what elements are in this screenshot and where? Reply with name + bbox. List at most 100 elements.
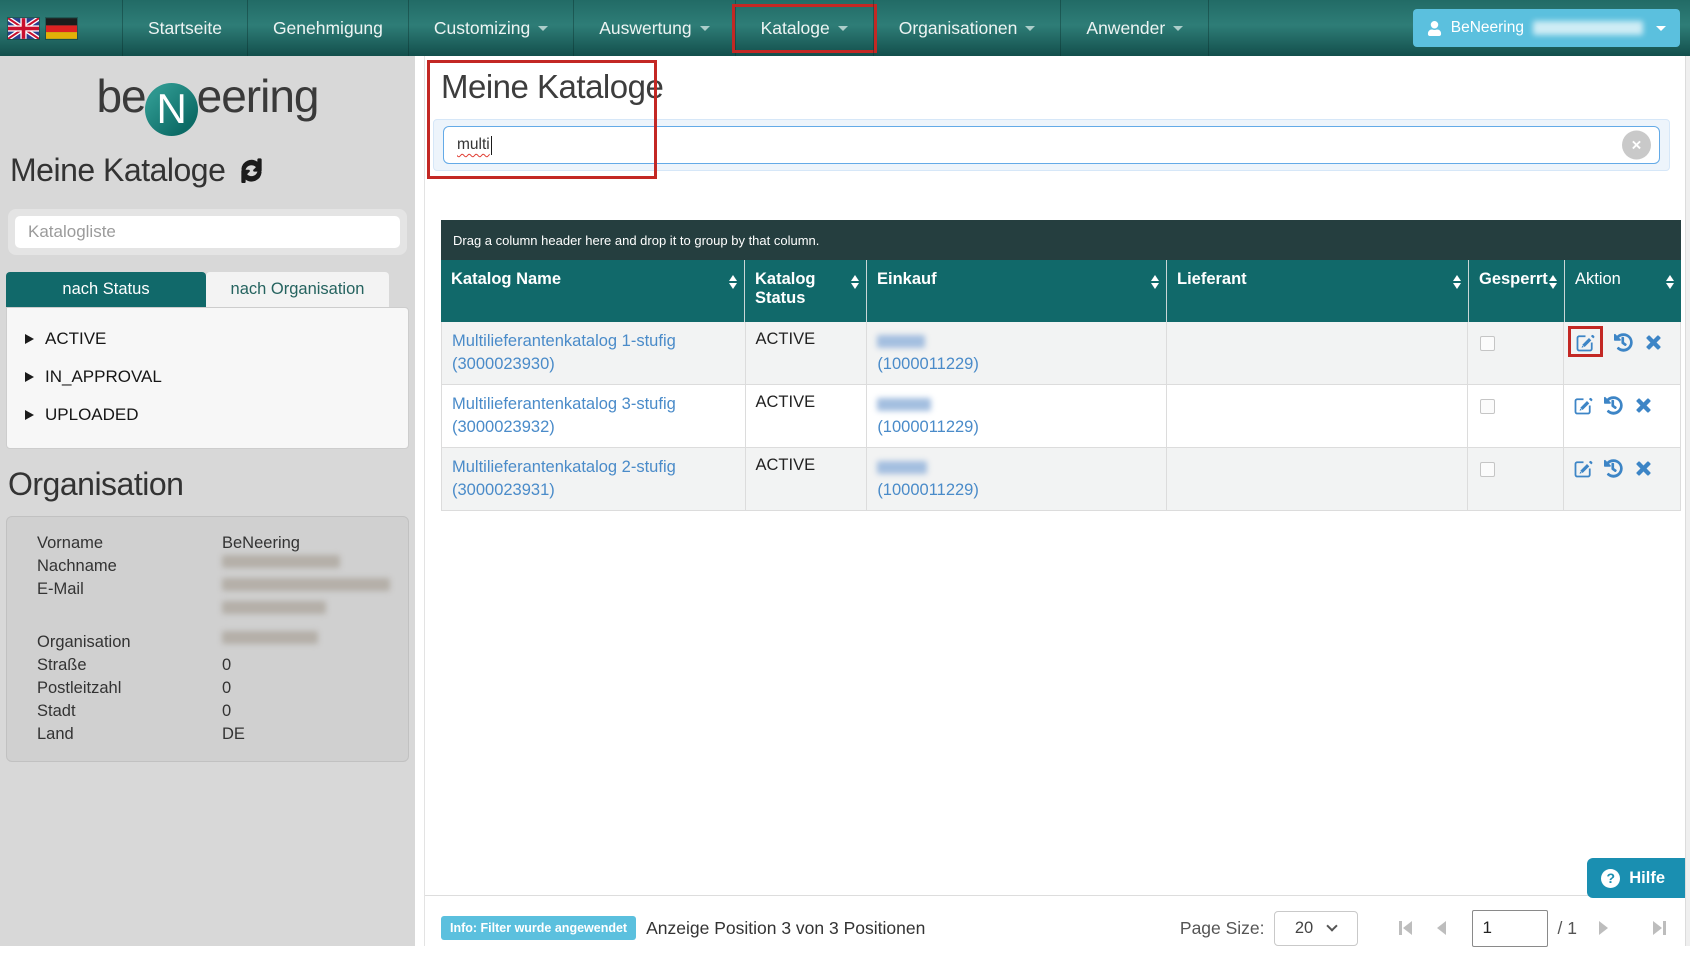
search-input-value: multi bbox=[457, 136, 490, 154]
nav-item-customizing[interactable]: Customizing bbox=[408, 0, 573, 56]
sort-icon[interactable] bbox=[1549, 275, 1557, 289]
redacted-user-name bbox=[1533, 21, 1643, 35]
sort-icon[interactable] bbox=[1453, 275, 1461, 289]
page-size-value: 20 bbox=[1295, 919, 1313, 938]
last-page-button[interactable] bbox=[1641, 913, 1677, 943]
cell-aktion bbox=[1563, 322, 1680, 384]
redacted-einkauf-name bbox=[877, 461, 927, 474]
user-menu-button[interactable]: BeNeering bbox=[1413, 9, 1680, 47]
filter-info-badge: Info: Filter wurde angewendet bbox=[441, 916, 636, 940]
delete-icon[interactable] bbox=[1634, 459, 1653, 478]
scrollbar-track[interactable] bbox=[1685, 56, 1690, 946]
spacer bbox=[37, 614, 398, 631]
catalog-filter-input[interactable] bbox=[15, 216, 400, 248]
status-item-in-approval[interactable]: IN_APPROVAL bbox=[7, 358, 408, 396]
status-item-uploaded[interactable]: UPLOADED bbox=[7, 396, 408, 434]
nav-item-organisationen[interactable]: Organisationen bbox=[873, 0, 1061, 56]
organisation-panel: VornameBeNeering Nachname E-Mail Organis… bbox=[6, 516, 409, 762]
catalog-name-link[interactable]: Multilieferantenkatalog 3-stufig bbox=[452, 393, 737, 416]
cell-lieferant bbox=[1166, 322, 1468, 384]
user-name: BeNeering bbox=[1451, 19, 1524, 37]
catalog-id-link[interactable]: (3000023931) bbox=[452, 479, 737, 502]
group-by-drop-zone[interactable]: Drag a column header here and drop it to… bbox=[441, 220, 1681, 260]
tab-nach-status[interactable]: nach Status bbox=[6, 272, 206, 307]
de-flag-icon[interactable] bbox=[46, 18, 77, 39]
page-size-select[interactable]: 20 bbox=[1274, 911, 1358, 946]
catalog-filter-container bbox=[8, 209, 407, 255]
current-page-input[interactable] bbox=[1472, 910, 1548, 947]
delete-icon[interactable] bbox=[1634, 396, 1653, 415]
org-value: 0 bbox=[222, 700, 231, 723]
gesperrt-checkbox[interactable] bbox=[1480, 462, 1495, 477]
table-footer: Info: Filter wurde angewendet Anzeige Po… bbox=[441, 902, 1677, 954]
nav-item-label: Startseite bbox=[148, 18, 222, 39]
cell-katalog-status: ACTIVE bbox=[745, 322, 867, 384]
column-header-einkauf[interactable]: Einkauf bbox=[866, 260, 1166, 322]
nav-item-auswertung[interactable]: Auswertung bbox=[573, 0, 734, 56]
cell-aktion bbox=[1563, 385, 1680, 447]
chevron-down-icon bbox=[700, 26, 710, 31]
status-item-label: IN_APPROVAL bbox=[45, 367, 162, 387]
sort-icon[interactable] bbox=[1666, 275, 1674, 289]
refresh-icon[interactable] bbox=[239, 158, 264, 183]
gesperrt-checkbox[interactable] bbox=[1480, 336, 1495, 351]
uk-flag-icon[interactable] bbox=[8, 18, 39, 39]
catalog-id-link[interactable]: (3000023930) bbox=[452, 353, 737, 376]
cell-katalog-name: Multilieferantenkatalog 3-stufig (300002… bbox=[442, 385, 745, 447]
delete-icon[interactable] bbox=[1644, 333, 1663, 352]
column-label: Einkauf bbox=[877, 270, 937, 289]
clear-search-icon[interactable]: × bbox=[1622, 131, 1651, 160]
org-row-land: LandDE bbox=[37, 723, 398, 746]
tab-nach-organisation[interactable]: nach Organisation bbox=[206, 272, 389, 307]
edit-icon[interactable] bbox=[1576, 333, 1595, 352]
nav-item-kataloge[interactable]: Kataloge bbox=[735, 0, 873, 56]
prev-page-button[interactable] bbox=[1424, 913, 1460, 943]
nav-item-genehmigung[interactable]: Genehmigung bbox=[247, 0, 408, 56]
cell-katalog-name: Multilieferantenkatalog 1-stufig (300002… bbox=[442, 322, 745, 384]
red-annotation-box-edit bbox=[1568, 326, 1603, 357]
history-icon[interactable] bbox=[1614, 333, 1633, 352]
table-row: Multilieferantenkatalog 1-stufig (300002… bbox=[441, 322, 1681, 385]
einkauf-id-link[interactable]: (1000011229) bbox=[877, 353, 1158, 376]
cell-lieferant bbox=[1166, 448, 1468, 510]
sort-icon[interactable] bbox=[851, 275, 859, 289]
status-item-active[interactable]: ACTIVE bbox=[7, 320, 408, 358]
edit-icon[interactable] bbox=[1574, 396, 1593, 415]
nav-item-anwender[interactable]: Anwender bbox=[1060, 0, 1209, 56]
organisation-heading: Organisation bbox=[8, 466, 415, 503]
cell-gesperrt bbox=[1467, 448, 1563, 510]
nav-item-startseite[interactable]: Startseite bbox=[122, 0, 247, 56]
einkauf-id-link[interactable]: (1000011229) bbox=[877, 479, 1158, 502]
catalog-table: Drag a column header here and drop it to… bbox=[441, 220, 1681, 511]
catalog-id-link[interactable]: (3000023932) bbox=[452, 416, 737, 439]
first-page-button[interactable] bbox=[1388, 913, 1424, 943]
help-button[interactable]: ? Hilfe bbox=[1587, 858, 1685, 898]
einkauf-id-link[interactable]: (1000011229) bbox=[877, 416, 1158, 439]
catalog-name-link[interactable]: Multilieferantenkatalog 2-stufig bbox=[452, 456, 737, 479]
column-header-gesperrt[interactable]: Gesperrt bbox=[1468, 260, 1564, 322]
question-circle-icon: ? bbox=[1601, 869, 1620, 888]
footer-divider bbox=[425, 895, 1685, 896]
cell-lieferant bbox=[1166, 385, 1468, 447]
next-page-button[interactable] bbox=[1585, 913, 1621, 943]
column-header-katalog-name[interactable]: Katalog Name bbox=[441, 260, 744, 322]
catalog-name-link[interactable]: Multilieferantenkatalog 1-stufig bbox=[452, 330, 737, 353]
sort-icon[interactable] bbox=[729, 275, 737, 289]
column-header-lieferant[interactable]: Lieferant bbox=[1166, 260, 1468, 322]
edit-icon[interactable] bbox=[1574, 459, 1593, 478]
logo-text: eering bbox=[197, 70, 319, 122]
org-row-postleitzahl: Postleitzahl0 bbox=[37, 677, 398, 700]
org-row-strasse: Straße0 bbox=[37, 654, 398, 677]
history-icon[interactable] bbox=[1604, 396, 1623, 415]
pagination-controls: Page Size: 20 / 1 bbox=[1180, 910, 1677, 947]
history-icon[interactable] bbox=[1604, 459, 1623, 478]
sort-icon[interactable] bbox=[1151, 275, 1159, 289]
column-header-aktion[interactable]: Aktion bbox=[1564, 260, 1681, 322]
redacted-value bbox=[222, 631, 318, 644]
column-header-katalog-status[interactable]: Katalog Status bbox=[744, 260, 866, 322]
cell-einkauf: (1000011229) bbox=[866, 322, 1166, 384]
gesperrt-checkbox[interactable] bbox=[1480, 399, 1495, 414]
text-cursor bbox=[491, 136, 492, 155]
catalog-search-input[interactable]: multi × bbox=[443, 126, 1660, 164]
redacted-value bbox=[222, 555, 340, 568]
